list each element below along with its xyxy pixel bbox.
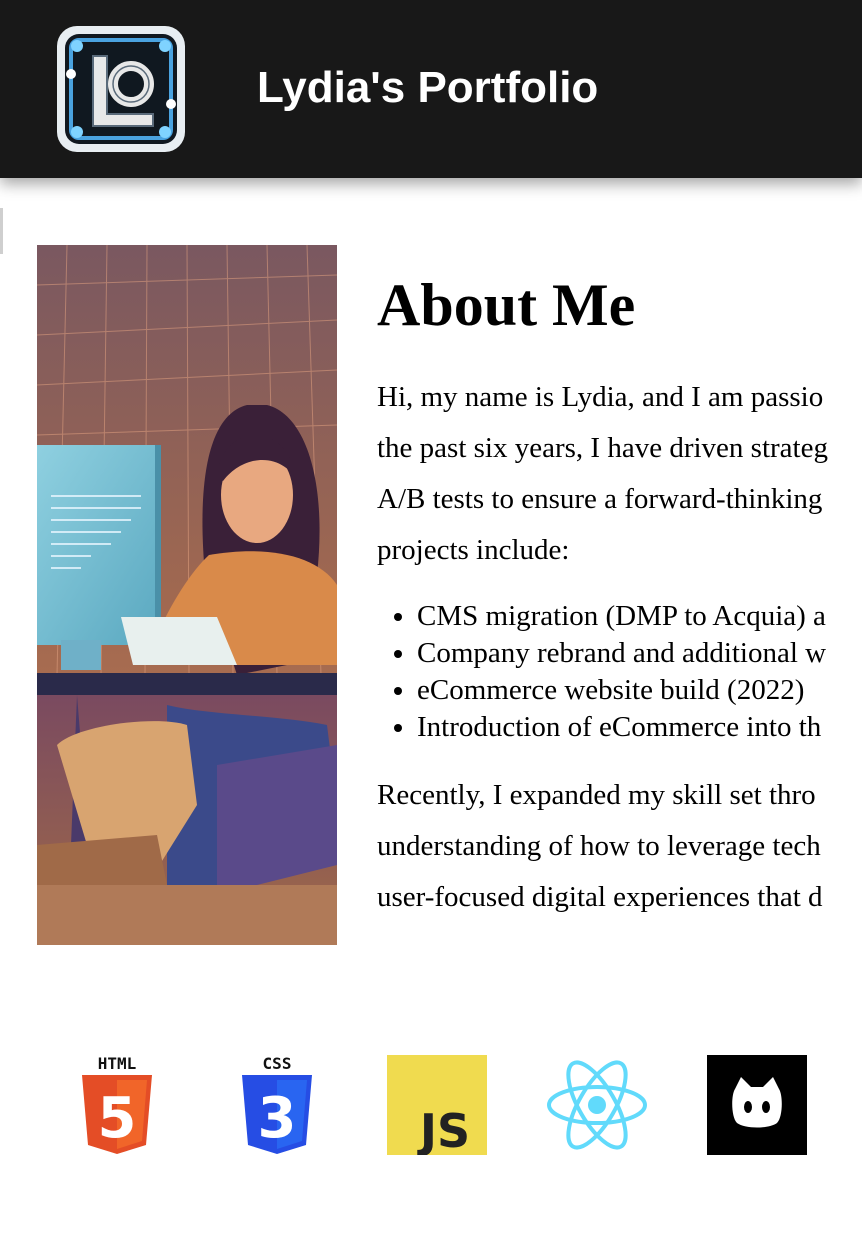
closing-line: user-focused digital experiences that d <box>377 881 823 913</box>
intro-line: A/B tests to ensure a forward-thinking <box>377 483 823 515</box>
profile-illustration <box>37 245 337 945</box>
list-item: CMS migration (DMP to Acquia) a <box>417 598 862 635</box>
github-icon[interactable] <box>707 1055 807 1155</box>
edge-divider <box>0 208 3 254</box>
about-heading: About Me <box>377 272 636 338</box>
javascript-icon[interactable]: JS <box>387 1055 487 1155</box>
intro-line: Hi, my name is Lydia, and I am passio <box>377 381 824 413</box>
closing-line: Recently, I expanded my skill set thro <box>377 779 816 811</box>
intro-line: projects include: <box>377 534 570 566</box>
about-section: About Me Hi, my name is Lydia, and I am … <box>377 260 862 960</box>
svg-text:HTML: HTML <box>98 1055 137 1073</box>
closing-paragraph: Recently, I expanded my skill set thro u… <box>377 770 862 923</box>
list-item: eCommerce website build (2022) <box>417 672 862 709</box>
list-item: Company rebrand and additional w <box>417 635 862 672</box>
svg-text:5: 5 <box>98 1086 137 1151</box>
svg-text:3: 3 <box>258 1086 297 1151</box>
react-icon[interactable] <box>547 1055 647 1155</box>
svg-text:JS: JS <box>417 1104 470 1155</box>
site-title: Lydia's Portfolio <box>257 63 599 112</box>
intro-paragraph: Hi, my name is Lydia, and I am passio th… <box>377 372 862 576</box>
projects-list: CMS migration (DMP to Acquia) a Company … <box>377 598 862 746</box>
closing-line: understanding of how to leverage tech <box>377 830 821 862</box>
css3-icon[interactable]: CSS 3 <box>227 1055 327 1155</box>
skills-bar: HTML 5 CSS 3 JS <box>0 1055 862 1155</box>
site-header: Lydia's Portfolio <box>0 0 862 178</box>
logo-icon[interactable] <box>53 22 189 156</box>
svg-text:CSS: CSS <box>263 1055 292 1073</box>
intro-line: the past six years, I have driven strate… <box>377 432 828 464</box>
html5-icon[interactable]: HTML 5 <box>67 1055 167 1155</box>
list-item: Introduction of eCommerce into th <box>417 709 862 746</box>
